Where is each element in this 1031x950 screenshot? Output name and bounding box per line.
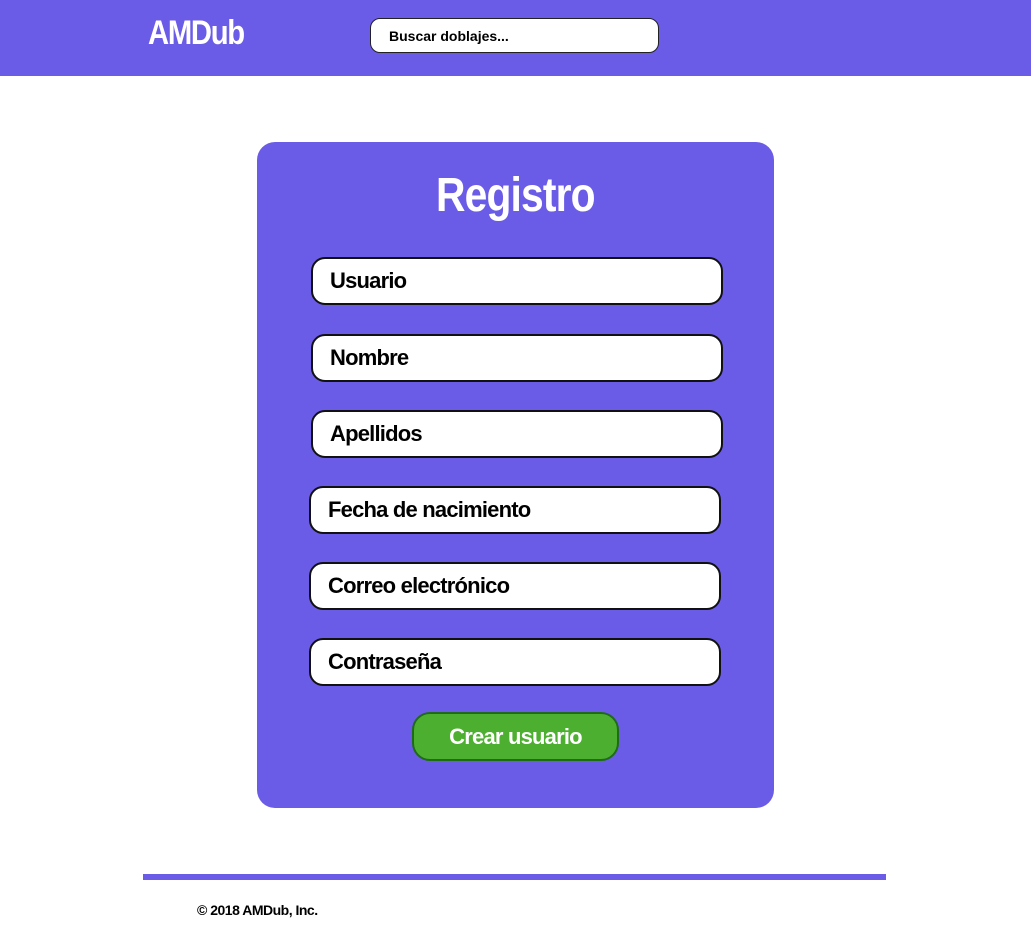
create-user-button[interactable]: Crear usuario [412, 712, 619, 761]
birthdate-field[interactable] [309, 486, 721, 534]
site-logo[interactable]: AMDub [148, 14, 245, 53]
search-input[interactable] [370, 18, 659, 53]
page-title: Registro [0, 168, 1031, 223]
top-navbar: AMDub [0, 0, 1031, 76]
page-title-text: Registro [436, 169, 596, 222]
email-field[interactable] [309, 562, 721, 610]
registration-card [257, 142, 774, 808]
password-field[interactable] [309, 638, 721, 686]
last-name-field[interactable] [311, 410, 723, 458]
footer-divider [143, 874, 886, 880]
first-name-field[interactable] [311, 334, 723, 382]
footer-copyright: © 2018 AMDub, Inc. [197, 902, 318, 918]
username-field[interactable] [311, 257, 723, 305]
